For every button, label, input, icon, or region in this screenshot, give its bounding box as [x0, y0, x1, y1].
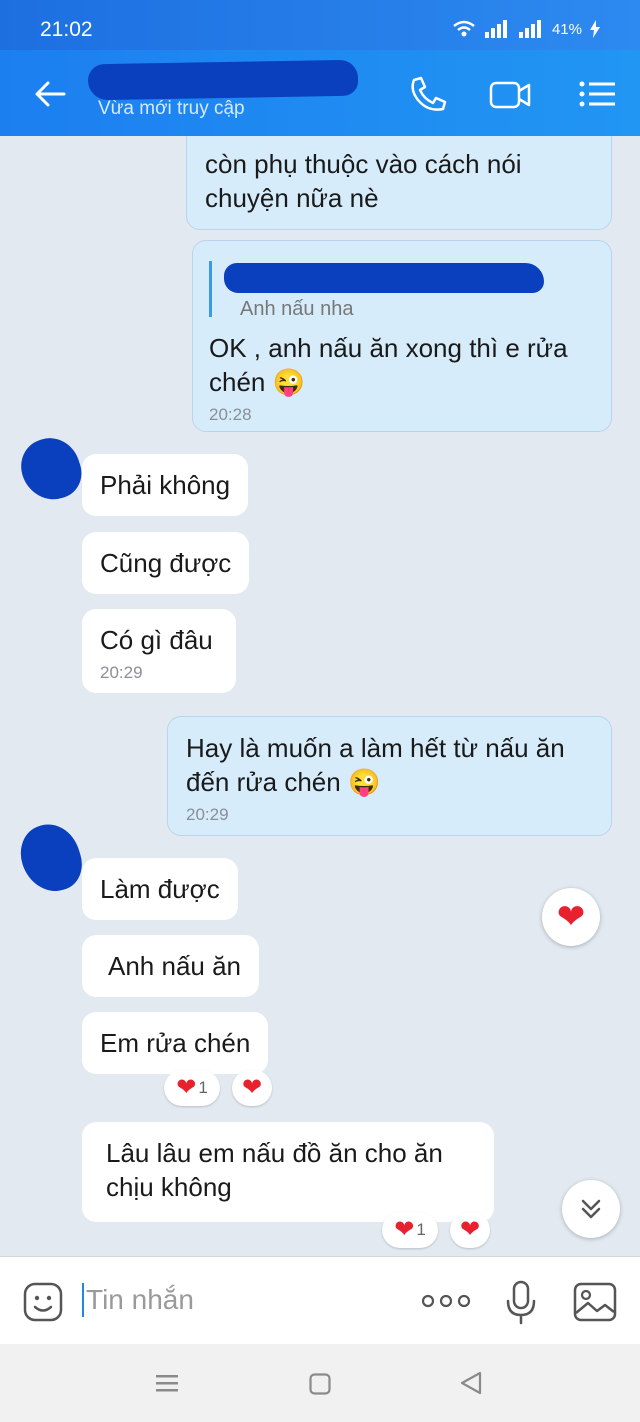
status-bar: 21:02 41% — [0, 0, 640, 50]
scroll-to-bottom-button[interactable] — [562, 1180, 620, 1238]
reaction-summary[interactable]: ❤ 1 — [164, 1070, 220, 1106]
back-icon[interactable] — [458, 1370, 484, 1396]
message-bubble-received[interactable]: Anh nấu ăn — [82, 935, 260, 997]
add-reaction-button[interactable]: ❤ — [232, 1070, 272, 1106]
message-text: OK , anh nấu ăn xong thì e rửa chén 😜 — [209, 333, 568, 397]
system-navigation-bar — [0, 1344, 640, 1422]
image-gallery-icon[interactable] — [572, 1281, 618, 1323]
quoted-message[interactable]: Anh nấu nha — [209, 261, 595, 320]
contact-avatar[interactable] — [12, 816, 90, 900]
add-reaction-button[interactable]: ❤ — [450, 1212, 490, 1248]
heart-icon: ❤ — [176, 1074, 197, 1101]
message-text: Cũng được — [100, 548, 232, 578]
message-bubble-received[interactable]: Phải không — [82, 454, 249, 516]
recent-apps-icon[interactable] — [154, 1372, 180, 1394]
message-time: 20:29 — [100, 663, 143, 682]
message-bubble-sent[interactable]: Hay là muốn a làm hết từ nấu ăn đến rửa … — [167, 716, 612, 836]
message-text: Lâu lâu em nấu đồ ăn cho ăn chịu không — [106, 1138, 443, 1202]
quoted-text: Anh nấu nha — [240, 298, 354, 320]
message-bubble-sent[interactable]: còn phụ thuộc vào cách nói chuyện nữa nè — [186, 136, 612, 230]
menu-list-icon[interactable] — [576, 74, 620, 114]
signal-icon — [518, 20, 541, 38]
message-text: Em rửa chén — [100, 1028, 251, 1058]
heart-icon: ❤ — [394, 1216, 415, 1243]
message-input[interactable]: Tin nhắn — [82, 1283, 194, 1317]
contact-name-redacted[interactable] — [87, 59, 359, 101]
reaction-summary[interactable]: ❤ 1 — [382, 1212, 438, 1248]
message-text: Làm được — [100, 874, 220, 904]
back-arrow-icon[interactable] — [30, 74, 70, 114]
contact-avatar[interactable] — [13, 430, 89, 508]
message-time: 20:28 — [209, 405, 252, 424]
video-call-icon[interactable] — [488, 74, 532, 114]
message-bubble-sent[interactable]: Anh nấu nha OK , anh nấu ăn xong thì e r… — [192, 240, 612, 432]
message-bubble-received[interactable]: Cũng được — [82, 532, 250, 594]
message-text: Anh nấu ăn — [108, 951, 242, 981]
double-chevron-down-icon — [581, 1199, 601, 1219]
chat-header: Vừa mới truy cập — [0, 50, 640, 136]
message-bubble-received[interactable]: Làm được — [82, 858, 238, 920]
reaction-count: 1 — [416, 1220, 426, 1239]
message-text: Phải không — [100, 470, 231, 500]
status-time: 21:02 — [40, 18, 93, 41]
charging-icon — [590, 20, 600, 38]
battery-level: 41% — [551, 20, 582, 38]
add-reaction-button[interactable]: ❤ — [542, 888, 600, 946]
message-time: 20:29 — [186, 805, 229, 824]
reaction-count: 1 — [198, 1078, 208, 1097]
quoted-author-redacted — [224, 263, 544, 293]
more-options-icon[interactable] — [420, 1293, 472, 1309]
message-text: Hay là muốn a làm hết từ nấu ăn đến rửa … — [186, 733, 565, 797]
message-bubble-received[interactable]: Em rửa chén — [82, 1012, 269, 1074]
signal-icon — [484, 20, 507, 38]
message-list[interactable]: còn phụ thuộc vào cách nói chuyện nữa nè… — [0, 136, 640, 1256]
heart-icon: ❤ — [459, 1216, 481, 1243]
microphone-icon[interactable] — [504, 1279, 538, 1325]
last-seen-status: Vừa mới truy cập — [98, 98, 245, 119]
phone-icon[interactable] — [406, 74, 450, 114]
message-bubble-received[interactable]: Có gì đâu 20:29 — [82, 609, 236, 693]
message-text: Có gì đâu — [100, 625, 213, 655]
wifi-icon — [453, 20, 475, 37]
message-bubble-received[interactable]: Lâu lâu em nấu đồ ăn cho ăn chịu không — [82, 1122, 494, 1222]
message-composer: Tin nhắn — [0, 1256, 640, 1344]
heart-icon: ❤ — [556, 898, 586, 936]
home-icon[interactable] — [308, 1372, 332, 1396]
sticker-icon[interactable] — [22, 1281, 64, 1323]
message-text: còn phụ thuộc vào cách nói chuyện nữa nè — [205, 149, 522, 213]
heart-icon: ❤ — [241, 1074, 263, 1101]
